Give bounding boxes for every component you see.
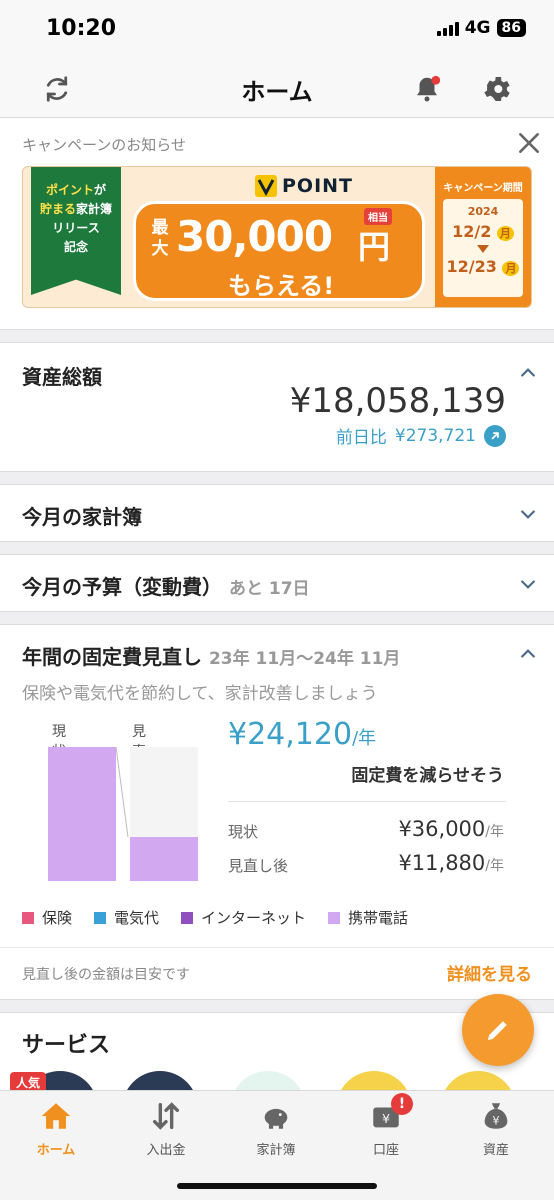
svg-text:¥: ¥ — [382, 1112, 390, 1127]
home-icon — [39, 1099, 73, 1133]
tab-bar: ホーム 入出金 家計簿 ¥ ! 口座 ¥ 資産 — [0, 1090, 554, 1200]
period-end: 12/23 月 — [443, 257, 523, 276]
campaign-flag: ポイントが 貯まる家計簿 リリース 記念 — [31, 167, 121, 295]
assets-diff[interactable]: 前日比 ¥273,721 — [336, 423, 506, 448]
monthly-book-card[interactable]: 今月の家計簿 — [0, 484, 554, 542]
bell-icon[interactable] — [410, 72, 444, 106]
promo-max-label: 最大 — [151, 218, 169, 259]
services-title: サービス — [22, 1033, 111, 1058]
period-box: 2024 12/2 月 12/23 月 — [443, 199, 523, 297]
arrow-up-right-icon — [484, 424, 506, 447]
period-arrow-icon — [477, 245, 489, 253]
assets-card[interactable]: 資産総額 ¥18,058,139 前日比 ¥273,721 — [0, 342, 554, 472]
chevron-down-icon[interactable] — [518, 504, 538, 524]
budget-title: 今月の予算（変動費） あと 17日 — [22, 575, 310, 599]
fixed-costs-card: 年間の固定費見直し 23年 11月〜24年 11月 保険や電気代を節約して、家計… — [0, 624, 554, 1000]
bar-connector — [116, 747, 129, 838]
fixed-costs-footer: 見直し後の金額は目安です 詳細を見る — [0, 947, 554, 999]
campaign-period: キャンペーン期間 2024 12/2 月 12/23 月 — [435, 167, 531, 307]
promo-subtitle: もらえる! — [228, 272, 335, 300]
tab-assets[interactable]: ¥ 資産 — [446, 1099, 546, 1158]
promo-yen: 円 — [358, 228, 391, 266]
status-indicators: 4G 86 — [436, 18, 526, 38]
footnote: 見直し後の金額は目安です — [22, 967, 190, 983]
page-title: ホーム — [241, 78, 313, 106]
alert-badge: ! — [391, 1093, 413, 1115]
after-cost-value: ¥11,880/年 — [398, 851, 504, 875]
legend-item-electricity: 電気代 — [94, 907, 159, 928]
close-icon[interactable] — [516, 130, 542, 156]
chevron-up-icon[interactable] — [518, 644, 538, 664]
campaign-title: キャンペーンのお知らせ — [22, 136, 186, 154]
details-link[interactable]: 詳細を見る — [447, 960, 532, 985]
signal-icon — [436, 20, 459, 36]
monthly-book-title: 今月の家計簿 — [22, 505, 142, 529]
promo-amount: 30,000 — [176, 212, 333, 261]
bar-current-fill — [48, 747, 116, 881]
after-cost-label: 見直し後 — [228, 857, 289, 875]
vpoint-logo-icon — [255, 175, 277, 197]
piggy-bank-icon — [259, 1099, 293, 1133]
svg-text:¥: ¥ — [492, 1114, 499, 1128]
legend-item-mobile: 携帯電話 — [328, 907, 408, 928]
edit-fab-button[interactable] — [462, 994, 534, 1066]
status-time: 10:20 — [46, 16, 117, 41]
transfer-icon — [149, 1099, 183, 1133]
home-indicator — [177, 1183, 377, 1189]
network-type: 4G — [464, 18, 491, 38]
bar-after-fill — [130, 836, 198, 881]
savings-note: 固定費を減らせそう — [351, 766, 504, 786]
pencil-icon — [488, 1021, 507, 1040]
divider — [228, 801, 506, 802]
chevron-up-icon[interactable] — [518, 363, 538, 383]
wallet-icon: ¥ ! — [369, 1093, 413, 1133]
chevron-down-icon[interactable] — [518, 574, 538, 594]
tab-home[interactable]: ホーム — [6, 1099, 106, 1158]
campaign-banner[interactable]: ポイントが 貯まる家計簿 リリース 記念 POINT 最大 30,000 相当 … — [22, 166, 532, 308]
period-start: 12/2 月 — [443, 222, 523, 241]
battery-icon: 86 — [496, 19, 526, 37]
fixed-costs-title: 年間の固定費見直し 23年 11月〜24年 11月 — [22, 645, 401, 669]
bar-after — [130, 747, 198, 881]
promo-badge: 最大 30,000 相当 円 もらえる! — [133, 201, 425, 301]
chart-legend: 保険 電気代 インターネット 携帯電話 — [22, 907, 408, 928]
status-bar: 10:20 4G 86 — [0, 0, 554, 60]
budget-card[interactable]: 今月の予算（変動費） あと 17日 — [0, 554, 554, 612]
vpoint-logo: POINT — [255, 175, 353, 197]
assets-total: ¥18,058,139 — [289, 381, 506, 421]
tab-household-book[interactable]: 家計簿 — [226, 1099, 326, 1158]
budget-remaining: あと 17日 — [228, 579, 310, 599]
money-bag-icon: ¥ — [479, 1099, 513, 1133]
savings-amount: ¥24,120/年 — [228, 717, 377, 752]
nav-bar: ホーム — [0, 60, 554, 118]
legend-item-internet: インターネット — [181, 907, 306, 928]
fixed-costs-range: 23年 11月〜24年 11月 — [208, 649, 401, 669]
gear-icon[interactable] — [480, 72, 514, 106]
legend-item-insurance: 保険 — [22, 907, 72, 928]
assets-title: 資産総額 — [22, 365, 102, 389]
campaign-section: キャンペーンのお知らせ ポイントが 貯まる家計簿 リリース 記念 POINT 最… — [0, 118, 554, 330]
bar-current — [48, 747, 116, 881]
tab-accounts[interactable]: ¥ ! 口座 — [336, 1093, 436, 1158]
current-cost-value: ¥36,000/年 — [398, 817, 504, 841]
fixed-costs-subtitle: 保険や電気代を節約して、家計改善しましょう — [22, 684, 378, 704]
current-cost-label: 現状 — [228, 823, 259, 841]
tab-transactions[interactable]: 入出金 — [116, 1099, 216, 1158]
